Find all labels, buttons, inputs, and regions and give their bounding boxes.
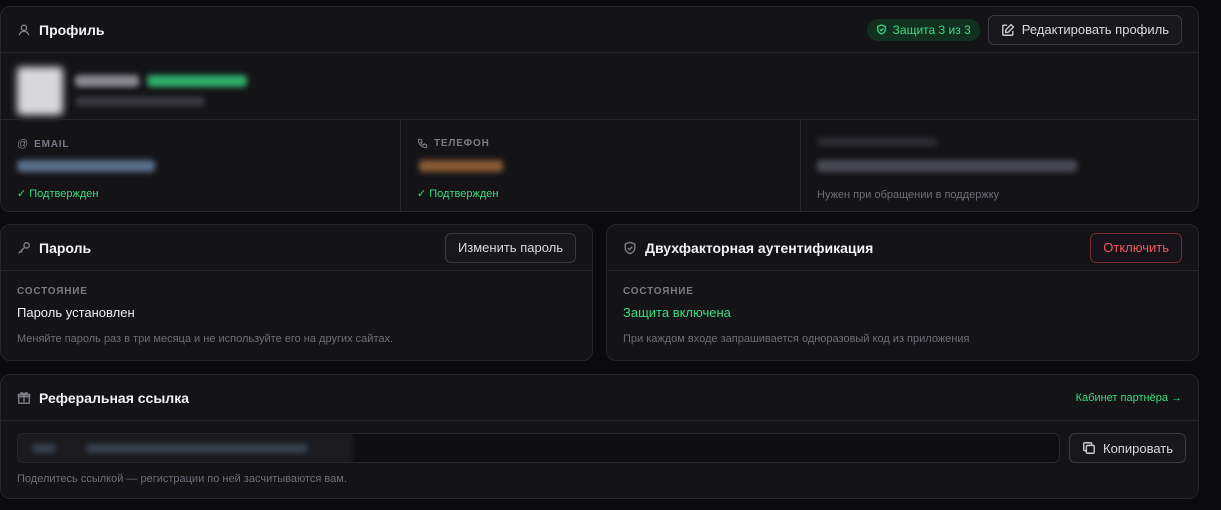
user-status-redacted (147, 75, 247, 87)
email-cell: @ EMAIL ✓ Подтвержден (1, 120, 401, 211)
shield-icon (623, 241, 637, 255)
avatar[interactable] (17, 67, 63, 115)
twofa-state-label: СОСТОЯНИЕ (623, 286, 694, 297)
disable-twofa-button[interactable]: Отключить (1090, 232, 1182, 263)
key-icon (17, 241, 31, 255)
id-note: Нужен при обращении в поддержку (817, 189, 1000, 201)
twofa-state-value: Защита включена (623, 305, 731, 320)
at-icon: @ (17, 138, 29, 150)
id-value-redacted (817, 160, 1077, 172)
id-label-redacted (817, 138, 937, 146)
id-cell: Нужен при обращении в поддержку (801, 120, 1198, 211)
user-sub-redacted (75, 97, 205, 106)
password-card-header: Пароль Изменить пароль (1, 225, 592, 271)
phone-verified-status: ✓ Подтвержден (417, 188, 499, 200)
referral-title: Реферальная ссылка (39, 389, 189, 406)
edit-icon (1001, 23, 1015, 36)
profile-identity (17, 63, 277, 119)
password-state-value: Пароль установлен (17, 305, 135, 320)
twofa-card-header: Двухфакторная аутентификация Отключить (607, 225, 1198, 271)
referral-card-header: Реферальная ссылка Кабинет партнёра → (1, 375, 1198, 421)
phone-cell: ТЕЛЕФОН ✓ Подтвержден (401, 120, 801, 211)
referral-link-field[interactable] (17, 433, 1060, 463)
twofa-card: Двухфакторная аутентификация Отключить С… (606, 224, 1199, 361)
phone-label: ТЕЛЕФОН (434, 138, 490, 149)
password-card: Пароль Изменить пароль СОСТОЯНИЕ Пароль … (0, 224, 593, 361)
change-password-button[interactable]: Изменить пароль (444, 232, 576, 263)
twofa-title: Двухфакторная аутентификация (645, 239, 874, 256)
copy-link-label: Копировать (1103, 440, 1173, 456)
security-badge-label: Защита 3 из 3 (892, 22, 971, 37)
password-state-label: СОСТОЯНИЕ (17, 286, 88, 297)
email-verified-status: ✓ Подтвержден (17, 188, 99, 200)
referral-hint: Поделитесь ссылкой — регистрации по ней … (17, 473, 347, 485)
edit-profile-label: Редактировать профиль (1021, 22, 1169, 37)
copy-icon (1083, 442, 1095, 454)
phone-value-redacted (419, 160, 503, 172)
referral-link-text-redacted (32, 444, 56, 453)
user-icon (17, 23, 31, 37)
password-title: Пароль (39, 239, 92, 256)
profile-title: Профиль (39, 21, 105, 38)
email-label: EMAIL (34, 138, 70, 150)
copy-link-button[interactable]: Копировать (1069, 433, 1186, 463)
profile-card-header: Профиль Защита 3 из 3 Редактировать проф… (1, 7, 1198, 53)
referral-card: Реферальная ссылка Кабинет партнёра → Ко… (0, 374, 1199, 499)
phone-icon (417, 138, 428, 149)
shield-check-icon (876, 24, 886, 35)
email-value-redacted (17, 160, 155, 172)
password-hint: Меняйте пароль раз в три месяца и не исп… (17, 333, 394, 345)
edit-profile-button[interactable]: Редактировать профиль (987, 14, 1182, 45)
profile-card: Профиль Защита 3 из 3 Редактировать проф… (0, 6, 1199, 212)
twofa-hint: При каждом входе запрашивается одноразов… (623, 333, 970, 345)
gift-icon (17, 391, 31, 405)
partner-cabinet-link[interactable]: Кабинет партнёра → (1076, 392, 1182, 404)
contact-row: @ EMAIL ✓ Подтвержден ТЕЛЕФОН ✓ Подтверж… (1, 119, 1198, 211)
security-badge: Защита 3 из 3 (866, 18, 980, 41)
user-name-redacted (75, 75, 139, 87)
referral-link-text-redacted-2 (86, 444, 308, 453)
